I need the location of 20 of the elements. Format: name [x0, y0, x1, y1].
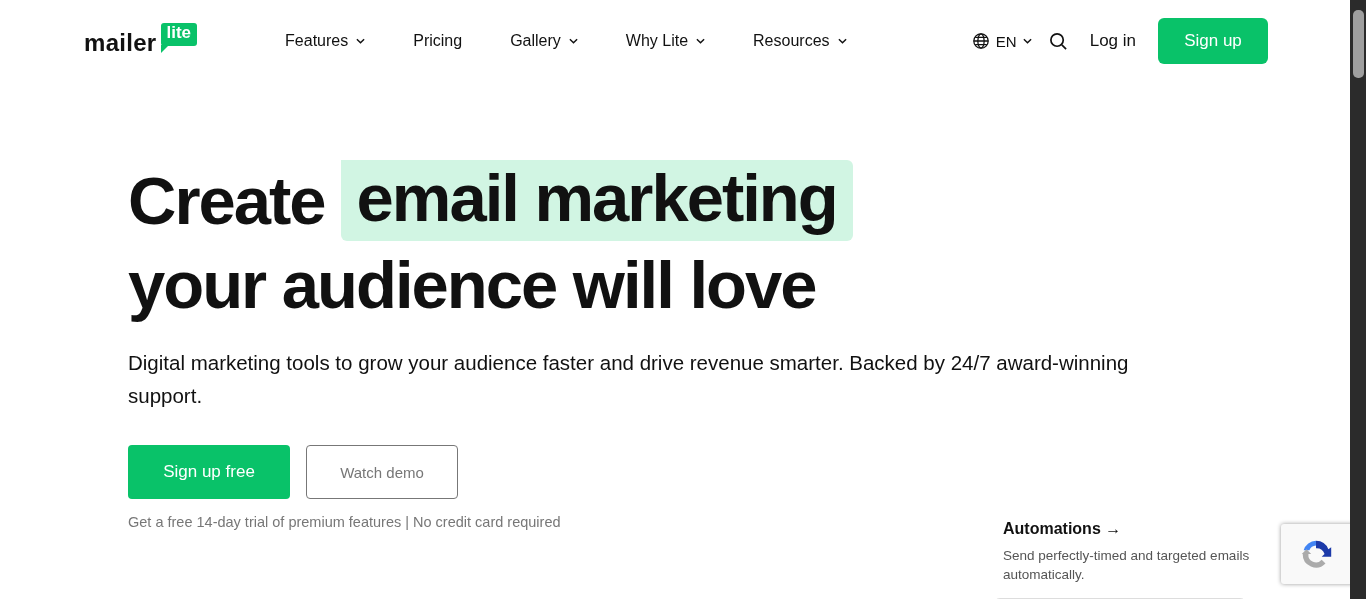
nav-link[interactable]: Pricing: [413, 32, 463, 50]
trial-note: Get a free 14-day trial of premium features | No credit card required: [128, 514, 562, 532]
nav-link[interactable]: Gallery: [510, 32, 578, 50]
watch-demo-button[interactable]: Watch demo: [306, 445, 458, 499]
headline-text: Create: [128, 167, 325, 234]
nav-link[interactable]: Resources: [753, 32, 847, 50]
automations-link[interactable]: Automations →: [1003, 520, 1253, 538]
recaptcha-badge[interactable]: [1281, 524, 1350, 584]
scrollbar[interactable]: [1350, 0, 1366, 599]
nav-link[interactable]: Why Lite: [625, 32, 706, 50]
feature-description: Send perfectly-timed and targeted emails automatically.: [1003, 547, 1251, 584]
login-link[interactable]: Log in: [1089, 31, 1136, 51]
language-selector[interactable]: EN: [971, 32, 1032, 50]
mailerlite-logo[interactable]: mailer lite: [84, 23, 198, 55]
nav-link[interactable]: Features: [285, 32, 366, 50]
hero-subtitle: Digital marketing tools to grow your audience faster and drive revenue smarter. Backed by 24/7 award-winning support.: [128, 350, 1130, 409]
highlighted-headline: email marketing: [340, 160, 853, 241]
scrollbar-thumb[interactable]: [1353, 10, 1364, 78]
search-icon[interactable]: [1048, 31, 1068, 51]
globe-icon: [971, 32, 990, 50]
